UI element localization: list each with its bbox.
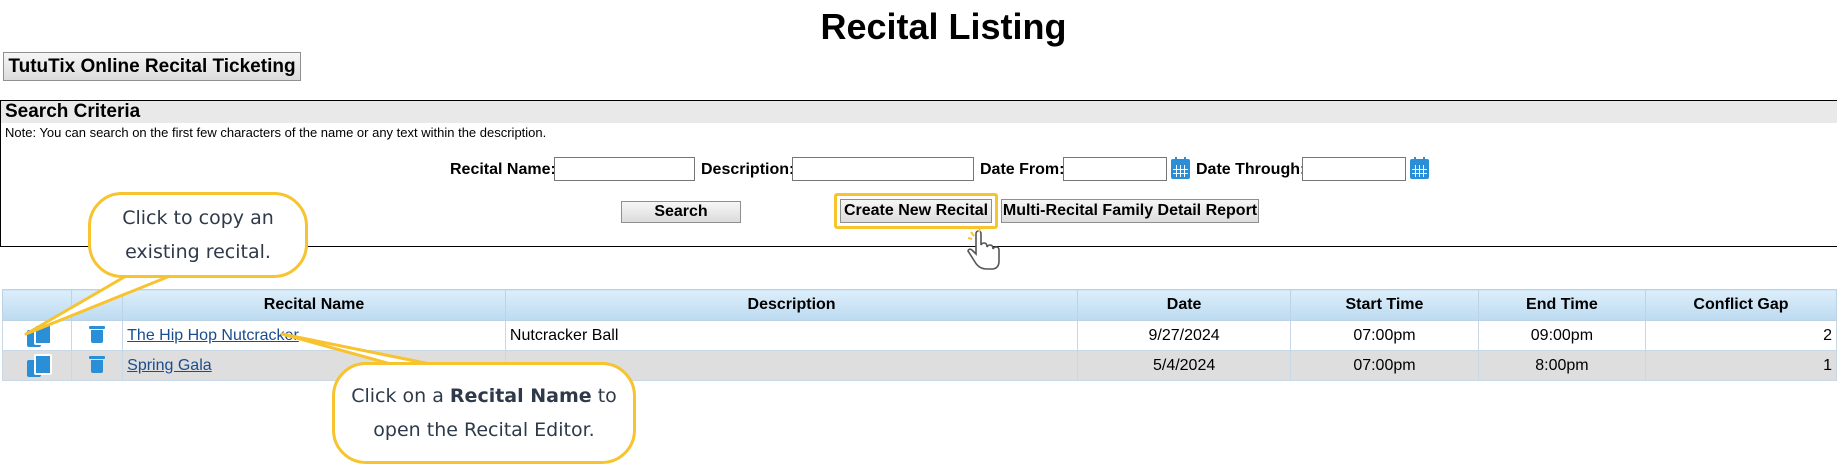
name-callout-line1: Click on a Recital Name to — [335, 379, 633, 413]
name-callout-line2: open the Recital Editor. — [373, 419, 595, 441]
copy-callout: Click to copy an existing recital. — [88, 192, 308, 278]
copy-callout-pointer — [24, 274, 172, 336]
copy-callout-line1: Click to copy an — [122, 207, 274, 229]
name-callout-suffix: to — [591, 385, 617, 407]
name-callout-prefix: Click on a — [351, 385, 450, 407]
name-callout-bold: Recital Name — [449, 385, 592, 407]
copy-callout-line2: existing recital. — [125, 241, 271, 263]
recital-name-callout: Click on a Recital Name to open the Reci… — [332, 362, 636, 464]
